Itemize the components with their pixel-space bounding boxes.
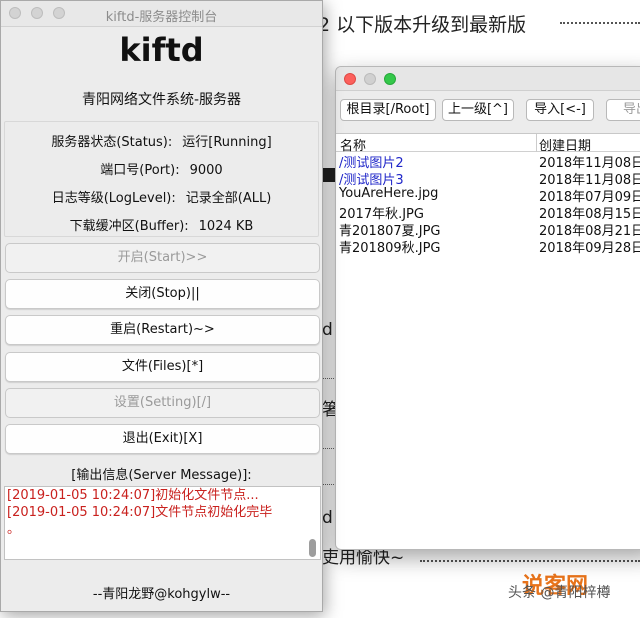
doc-fragment-3: d <box>322 508 333 528</box>
port-label: 端口号(Port): <box>100 163 180 178</box>
log-line: 。 <box>7 522 21 537</box>
status-panel: 服务器状态(Status): 运行[Running] 端口号(Port): 9000… <box>4 121 319 237</box>
port-row: 端口号(Port): 9000 <box>5 159 318 178</box>
window-title: kiftd-服务器控制台 <box>105 10 218 25</box>
log-line: [2019-01-05 10:24:07]文件节点初始化完毕 <box>7 505 273 520</box>
log-level-row: 日志等级(LogLevel): 记录全部(ALL) <box>5 187 318 206</box>
file-manager-titlebar[interactable] <box>336 67 640 91</box>
table-row[interactable]: 青201809秋.JPG 2018年09月28日 <box>336 237 640 256</box>
table-row[interactable]: /测试图片2 2018年11月08日 <box>336 152 640 171</box>
log-scrollbar[interactable] <box>309 539 316 557</box>
column-divider[interactable] <box>536 134 537 152</box>
buffer-row: 下载缓冲区(Buffer): 1024 KB <box>5 215 318 234</box>
app-name: kiftd <box>119 31 204 69</box>
status-row: 服务器状态(Status): 运行[Running] <box>5 131 318 150</box>
status-label: 服务器状态(Status): <box>51 135 173 150</box>
import-button[interactable]: 导入[<-] <box>526 99 594 121</box>
doc-dotted-fragment <box>322 484 336 485</box>
created-date: 2018年09月28日 <box>539 241 640 256</box>
log-level-value: 记录全部(ALL) <box>185 191 272 206</box>
table-row[interactable]: /测试图片3 2018年11月08日 <box>336 169 640 188</box>
root-button[interactable]: 根目录[/Root] <box>340 99 436 121</box>
file-manager-window: 根目录[/Root] 上一级[^] 导入[<-] 导出 名称 创建日期 /测试图… <box>335 66 640 550</box>
app-subtitle: 青阳网络文件系统-服务器 <box>81 92 242 108</box>
console-titlebar[interactable]: kiftd-服务器控制台 <box>1 1 322 27</box>
up-level-button[interactable]: 上一级[^] <box>442 99 514 121</box>
file-name: YouAreHere.jpg <box>339 186 439 201</box>
start-button[interactable]: 开启(Start)>> <box>5 243 320 273</box>
files-button[interactable]: 文件(Files)[*] <box>5 352 320 382</box>
file-table: 名称 创建日期 /测试图片2 2018年11月08日 /测试图片3 2018年1… <box>336 133 640 549</box>
setting-button[interactable]: 设置(Setting)[/] <box>5 388 320 418</box>
log-level-label: 日志等级(LogLevel): <box>51 191 176 206</box>
buffer-value: 1024 KB <box>198 219 254 234</box>
doc-dotted-line <box>560 22 640 24</box>
close-window-icon[interactable] <box>344 73 356 85</box>
author-footer: --青阳龙野@kohgylw-- <box>92 587 231 602</box>
doc-dotted-line <box>420 560 640 562</box>
zoom-window-icon[interactable] <box>384 73 396 85</box>
doc-dotted-fragment <box>322 378 336 379</box>
doc-fragment-1: d <box>322 320 333 340</box>
export-button[interactable]: 导出 <box>606 99 640 121</box>
table-row[interactable]: YouAreHere.jpg 2018年07月09日 <box>336 186 640 205</box>
port-value: 9000 <box>189 163 223 178</box>
doc-dotted-fragment <box>322 448 336 449</box>
message-label: [输出信息(Server Message)]: <box>71 468 252 483</box>
status-value: 运行[Running] <box>182 135 272 150</box>
log-line: [2019-01-05 10:24:07]初始化文件节点... <box>7 488 259 503</box>
restart-button[interactable]: 重启(Restart)~> <box>5 315 320 345</box>
stop-button[interactable]: 关闭(Stop)|| <box>5 279 320 309</box>
buffer-label: 下载缓冲区(Buffer): <box>69 219 189 234</box>
file-manager-toolbar: 根目录[/Root] 上一级[^] 导入[<-] 导出 <box>340 99 640 123</box>
table-row[interactable]: 青201807夏.JPG 2018年08月21日 <box>336 220 640 239</box>
doc-bullet <box>322 168 336 182</box>
exit-button[interactable]: 退出(Exit)[X] <box>5 424 320 454</box>
file-name: 青201809秋.JPG <box>339 241 441 256</box>
server-console-window: kiftd-服务器控制台 kiftd 青阳网络文件系统-服务器 服务器状态(St… <box>0 0 323 612</box>
file-table-header: 名称 创建日期 <box>336 134 640 154</box>
doc-heading: 2 以下版本升级到最新版 <box>318 14 527 36</box>
table-row[interactable]: 2017年秋.JPG 2018年08月15日 <box>336 203 640 222</box>
minimize-window-icon[interactable] <box>364 73 376 85</box>
watermark-text: 头条 @青阳梓樽 <box>508 585 611 601</box>
server-message-log[interactable]: [2019-01-05 10:24:07]初始化文件节点... [2019-01… <box>4 486 321 560</box>
